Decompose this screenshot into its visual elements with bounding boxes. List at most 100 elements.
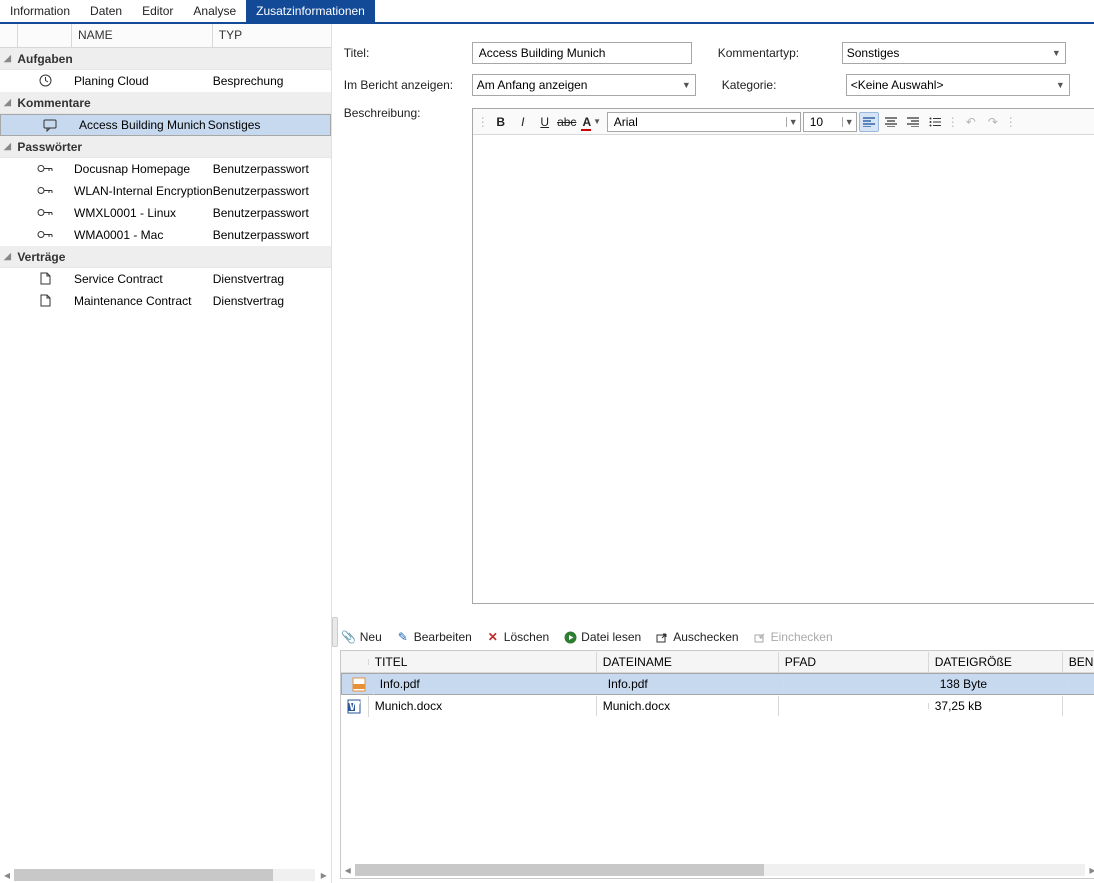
align-center-button[interactable] bbox=[881, 112, 901, 132]
datei-lesen-button[interactable]: Datei lesen bbox=[563, 630, 641, 644]
attachments-horizontal-scrollbar[interactable]: ◂▸ bbox=[341, 862, 1094, 878]
list-item[interactable]: WLAN-Internal Encryption Benutzerpasswor… bbox=[0, 180, 331, 202]
tab-editor[interactable]: Editor bbox=[132, 0, 183, 22]
item-typ: Benutzerpasswort bbox=[213, 228, 331, 242]
pencil-icon: ✎ bbox=[396, 630, 410, 644]
item-name: Planing Cloud bbox=[72, 74, 213, 88]
item-typ: Benutzerpasswort bbox=[213, 162, 331, 176]
key-icon bbox=[18, 230, 72, 239]
toolbar-grip-icon: ⋮ bbox=[947, 115, 959, 129]
label-beschreibung: Beschreibung: bbox=[344, 106, 472, 120]
richtext-editor: ⋮ B I U abc A ▼ Arial bbox=[472, 108, 1094, 604]
horizontal-splitter[interactable] bbox=[332, 614, 1094, 624]
table-row[interactable]: Info.pdf Info.pdf 138 Byte bbox=[341, 673, 1094, 695]
attachments-grid: TITEL DATEINAME PFAD DATEIGRÖßE BEN Info… bbox=[340, 650, 1094, 879]
list-item[interactable]: Service Contract Dienstvertrag bbox=[0, 268, 331, 290]
paperclip-icon: 📎 bbox=[342, 630, 356, 644]
kommentartyp-select[interactable]: Sonstiges ▼ bbox=[842, 42, 1066, 64]
col-header-typ[interactable]: TYP bbox=[213, 24, 331, 47]
item-name: Service Contract bbox=[72, 272, 213, 286]
font-family-select[interactable]: Arial ▼ bbox=[607, 112, 801, 132]
bullet-list-button[interactable] bbox=[925, 112, 945, 132]
item-name: Maintenance Contract bbox=[72, 294, 213, 308]
list-item[interactable]: Access Building Munich Sonstiges bbox=[0, 114, 331, 136]
tab-analyse[interactable]: Analyse bbox=[183, 0, 246, 22]
richtext-body[interactable] bbox=[473, 135, 1094, 603]
col-header-titel[interactable]: TITEL bbox=[369, 652, 597, 672]
label-bericht: Im Bericht anzeigen: bbox=[344, 78, 472, 92]
sidebar-horizontal-scrollbar[interactable]: ◂▸ bbox=[0, 867, 331, 883]
sidebar-panel: NAME TYP ◢ Aufgaben Planing Cloud Bespre… bbox=[0, 24, 332, 883]
svg-text:W: W bbox=[349, 699, 361, 713]
group-kommentare[interactable]: ◢ Kommentare bbox=[0, 92, 331, 114]
italic-button[interactable]: I bbox=[513, 112, 533, 132]
cell-pfad bbox=[779, 703, 929, 709]
col-header-ben[interactable]: BEN bbox=[1063, 652, 1094, 672]
align-left-button[interactable] bbox=[859, 112, 879, 132]
list-item[interactable]: Planing Cloud Besprechung bbox=[0, 70, 331, 92]
docx-icon: W bbox=[341, 696, 369, 717]
label-kommentartyp: Kommentartyp: bbox=[718, 46, 842, 60]
cell-groesse: 138 Byte bbox=[934, 674, 1068, 694]
col-header-dateiname[interactable]: DATEINAME bbox=[597, 652, 779, 672]
item-name: WMA0001 - Mac bbox=[72, 228, 213, 242]
group-passwoerter[interactable]: ◢ Passwörter bbox=[0, 136, 331, 158]
bericht-select[interactable]: Am Anfang anzeigen ▼ bbox=[472, 74, 696, 96]
cell-dateiname: Munich.docx bbox=[597, 696, 779, 716]
item-typ: Benutzerpasswort bbox=[213, 184, 331, 198]
tab-daten[interactable]: Daten bbox=[80, 0, 132, 22]
item-typ: Sonstiges bbox=[208, 118, 326, 132]
neu-button[interactable]: 📎Neu bbox=[342, 630, 382, 644]
font-color-button[interactable]: A ▼ bbox=[579, 112, 605, 132]
item-typ: Besprechung bbox=[213, 74, 331, 88]
select-value: <Keine Auswahl> bbox=[851, 78, 944, 92]
item-typ: Dienstvertrag bbox=[213, 294, 331, 308]
select-value: 10 bbox=[804, 115, 829, 129]
strikethrough-button[interactable]: abc bbox=[557, 112, 577, 132]
col-header-pfad[interactable]: PFAD bbox=[779, 652, 929, 672]
attachments-toolbar: 📎Neu ✎Bearbeiten ✕Löschen Datei lesen Au… bbox=[340, 624, 1094, 650]
undo-button[interactable]: ↶ bbox=[961, 112, 981, 132]
label-titel: Titel: bbox=[344, 46, 472, 60]
list-item[interactable]: Maintenance Contract Dienstvertrag bbox=[0, 290, 331, 312]
underline-button[interactable]: U bbox=[535, 112, 555, 132]
cell-pfad bbox=[784, 681, 934, 687]
group-label: Passwörter bbox=[17, 140, 82, 154]
bold-button[interactable]: B bbox=[491, 112, 511, 132]
table-row[interactable]: W Munich.docx Munich.docx 37,25 kB bbox=[341, 695, 1094, 717]
play-circle-icon bbox=[563, 630, 577, 644]
list-item[interactable]: Docusnap Homepage Benutzerpasswort bbox=[0, 158, 331, 180]
auschecken-button[interactable]: Auschecken bbox=[655, 630, 738, 644]
list-item[interactable]: WMXL0001 - Linux Benutzerpasswort bbox=[0, 202, 331, 224]
toolbar-grip-icon: ⋮ bbox=[1005, 115, 1017, 129]
top-tabs: Information Daten Editor Analyse Zusatzi… bbox=[0, 0, 1094, 24]
col-header-name[interactable]: NAME bbox=[72, 24, 213, 47]
group-aufgaben[interactable]: ◢ Aufgaben bbox=[0, 48, 331, 70]
document-icon bbox=[18, 272, 72, 285]
tab-zusatzinformationen[interactable]: Zusatzinformationen bbox=[246, 0, 375, 22]
group-vertraege[interactable]: ◢ Verträge bbox=[0, 246, 331, 268]
align-right-button[interactable] bbox=[903, 112, 923, 132]
document-icon bbox=[18, 294, 72, 307]
kategorie-select[interactable]: <Keine Auswahl> ▼ bbox=[846, 74, 1070, 96]
group-label: Verträge bbox=[17, 250, 65, 264]
item-name: WMXL0001 - Linux bbox=[72, 206, 213, 220]
toolbar-grip-icon: ⋮ bbox=[477, 115, 489, 129]
item-typ: Dienstvertrag bbox=[213, 272, 331, 286]
chevron-down-icon: ▼ bbox=[678, 80, 691, 90]
attachments-header: TITEL DATEINAME PFAD DATEIGRÖßE BEN bbox=[341, 651, 1094, 673]
titel-input[interactable] bbox=[472, 42, 692, 64]
richtext-toolbar: ⋮ B I U abc A ▼ Arial bbox=[473, 109, 1094, 135]
list-item[interactable]: WMA0001 - Mac Benutzerpasswort bbox=[0, 224, 331, 246]
group-label: Aufgaben bbox=[17, 52, 72, 66]
redo-button[interactable]: ↷ bbox=[983, 112, 1003, 132]
chevron-down-icon: ▼ bbox=[1048, 48, 1061, 58]
comment-icon bbox=[23, 119, 77, 132]
pdf-icon bbox=[346, 674, 374, 695]
col-header-dateigroesse[interactable]: DATEIGRÖßE bbox=[929, 652, 1063, 672]
loeschen-button[interactable]: ✕Löschen bbox=[486, 630, 549, 644]
tab-information[interactable]: Information bbox=[0, 0, 80, 22]
cell-dateiname: Info.pdf bbox=[602, 674, 784, 694]
font-size-select[interactable]: 10 ▼ bbox=[803, 112, 857, 132]
bearbeiten-button[interactable]: ✎Bearbeiten bbox=[396, 630, 472, 644]
